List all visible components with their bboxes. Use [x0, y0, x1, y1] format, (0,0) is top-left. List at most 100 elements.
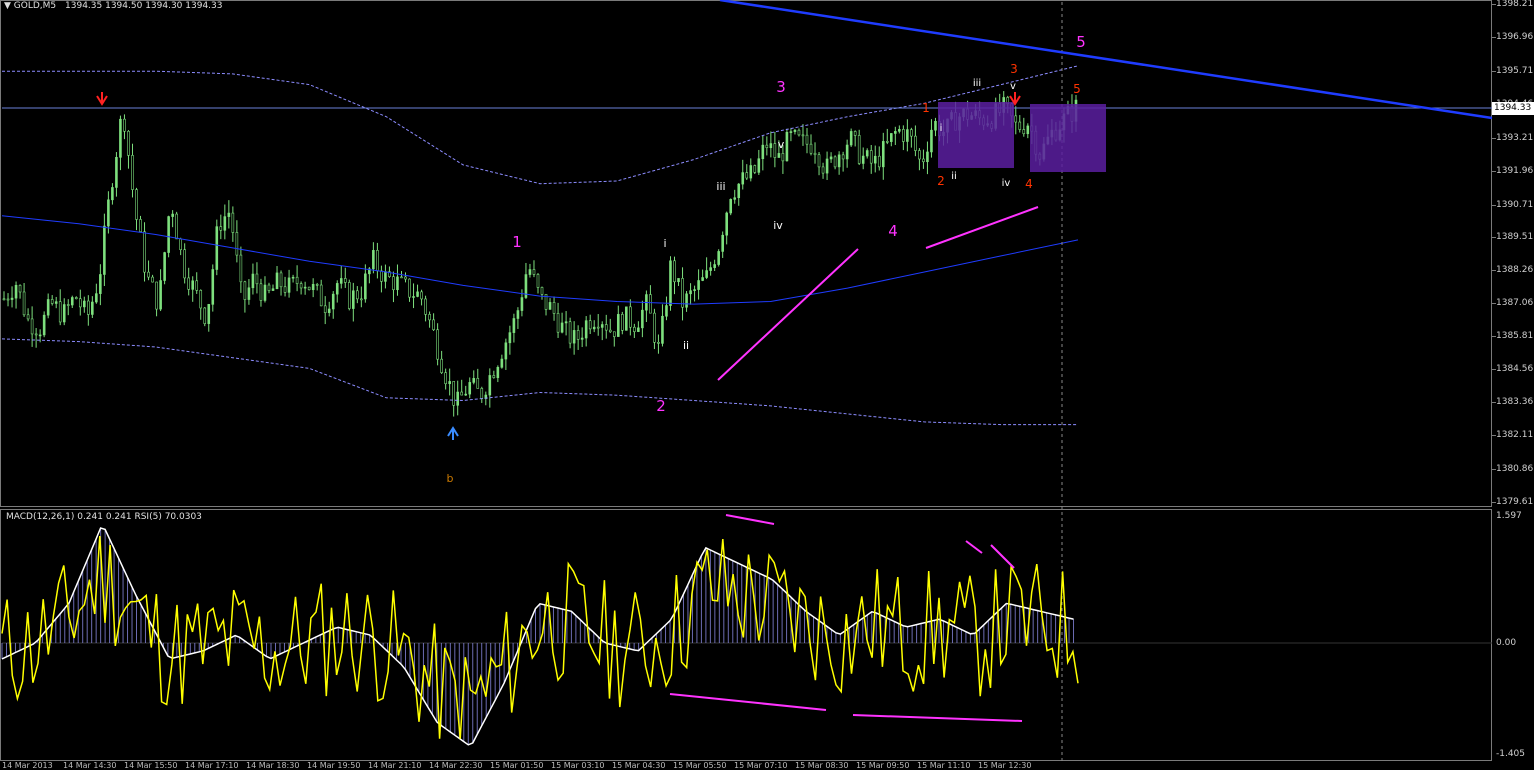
candle-body: [749, 165, 753, 179]
collapse-triangle-icon[interactable]: ▼: [4, 1, 11, 11]
price-axis[interactable]: 1398.211396.961395.711394.461393.211391.…: [1492, 0, 1534, 507]
wave-label: b: [447, 472, 454, 485]
candle-body: [853, 131, 857, 136]
time-axis[interactable]: 14 Mar 2013 14 Mar 14:30 14 Mar 15:50 14 Ma…: [0, 761, 1492, 770]
candle-body: [444, 372, 447, 385]
candle-body: [773, 143, 777, 158]
macd-signal-line: [1, 527, 1074, 746]
price-axis-label: 1387.06: [1496, 297, 1534, 308]
time-axis-label: 15 Mar 08:30: [795, 761, 849, 770]
wave-label: i: [663, 237, 666, 250]
candle-body: [572, 330, 576, 344]
candle-body: [1022, 129, 1026, 135]
candle-body: [74, 297, 78, 300]
candle-body: [243, 281, 247, 300]
candle-body: [733, 197, 737, 200]
wave-label: 3: [1010, 62, 1018, 76]
candle-body: [83, 300, 86, 308]
candle-body: [661, 315, 664, 344]
candle-body: [131, 155, 134, 190]
candle-body: [271, 288, 275, 291]
candle-body: [211, 269, 215, 305]
wave-label: 2: [656, 397, 666, 415]
wave-label: v: [1010, 81, 1016, 92]
candle-body: [315, 284, 319, 286]
indicator-axis[interactable]: 1.597 0.00 -1.405: [1492, 509, 1534, 761]
candle-body: [327, 308, 331, 313]
price-axis-tick: [1492, 302, 1496, 304]
candle-body: [845, 144, 849, 160]
candle-body: [380, 270, 383, 282]
candle-body: [424, 298, 427, 315]
candle-body: [596, 326, 600, 329]
candle-body: [179, 238, 182, 251]
candle-body: [813, 152, 817, 156]
candle-body: [384, 271, 387, 282]
candle-body: [496, 367, 500, 378]
candle-body: [38, 334, 42, 337]
candle-body: [66, 304, 70, 306]
price-axis-tick: [1492, 369, 1496, 371]
candle-body: [259, 283, 263, 301]
candle-body: [637, 327, 640, 332]
price-axis-label: 1382.11: [1496, 430, 1534, 441]
candle-body: [287, 277, 291, 293]
candle-body: [922, 158, 925, 163]
candle-body: [235, 232, 239, 256]
candle-body: [918, 150, 921, 160]
price-axis-tick: [1492, 137, 1496, 139]
candle-body: [319, 284, 323, 307]
candle-body: [488, 375, 492, 396]
price-axis-label: 1380.86: [1496, 463, 1534, 474]
candle-body: [584, 320, 588, 339]
candle-body: [255, 273, 259, 285]
candle-body: [343, 278, 347, 283]
candle-body: [223, 216, 227, 231]
candle-body: [163, 252, 166, 281]
candle-body: [123, 118, 126, 132]
upper-envelope-line: [2, 65, 1079, 185]
candle-body: [504, 342, 508, 360]
time-axis-label: 14 Mar 19:50: [307, 761, 361, 770]
candle-body: [508, 332, 512, 344]
time-axis-label: 15 Mar 12:30: [978, 761, 1032, 770]
indicator-axis-label: 0.00: [1496, 638, 1517, 648]
candle-body: [42, 314, 46, 336]
candle-body: [890, 133, 893, 142]
candle-body: [58, 301, 62, 323]
candle-body: [677, 278, 680, 283]
candle-body: [841, 154, 845, 160]
candle-body: [339, 278, 343, 284]
price-axis-label: 1393.21: [1496, 132, 1534, 143]
candle-body: [805, 134, 809, 145]
candle-body: [753, 165, 757, 173]
candle-body: [801, 134, 805, 137]
candle-body: [793, 129, 797, 132]
candle-body: [657, 341, 660, 344]
resistance-trend-line: [719, 0, 1493, 120]
chart-canvas: 12345iiiiiiivv12345iiiiiiivvb: [1, 0, 1493, 761]
candle-body: [347, 282, 351, 309]
candle-body: [464, 393, 468, 396]
candle-body: [356, 290, 359, 300]
time-axis-label: 14 Mar 21:10: [368, 761, 422, 770]
candle-body: [934, 120, 937, 131]
candle-body: [360, 298, 363, 301]
candle-body: [127, 130, 130, 156]
candle-body: [548, 302, 552, 310]
candle-body: [436, 329, 439, 360]
candle-body: [520, 297, 524, 311]
candle-body: [183, 249, 186, 279]
consolidation-zone: [938, 102, 1014, 168]
candle-body: [745, 172, 749, 179]
candle-body: [283, 286, 287, 293]
candle-body: [809, 143, 813, 154]
candle-body: [452, 381, 455, 406]
indicator-header: MACD(12,26,1) 0.241 0.241 RSI(5) 70.0303: [6, 512, 202, 522]
time-axis-label: 14 Mar 14:30: [63, 761, 117, 770]
candle-body: [231, 212, 235, 233]
candle-body: [139, 219, 142, 233]
divergence-line: [990, 544, 1015, 569]
candle-body: [765, 144, 769, 149]
candle-body: [239, 254, 243, 283]
